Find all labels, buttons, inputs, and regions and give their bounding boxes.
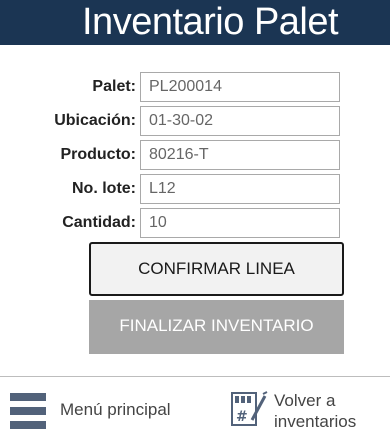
lote-label: No. lote:: [72, 180, 136, 197]
form-row-ubicacion: Ubicación:: [0, 106, 390, 136]
cantidad-label: Cantidad:: [62, 214, 136, 231]
ubicacion-input[interactable]: [140, 106, 340, 136]
palet-label: Palet:: [92, 78, 136, 95]
palet-input[interactable]: [140, 72, 340, 102]
ubicacion-label: Ubicación:: [54, 112, 136, 129]
confirm-line-button[interactable]: CONFIRMAR LINEA: [89, 242, 344, 296]
back-to-inventories-label: Volver a inventarios: [274, 391, 357, 431]
cantidad-input[interactable]: [140, 208, 340, 238]
form-row-cantidad: Cantidad:: [0, 208, 390, 238]
footer-divider: [0, 376, 390, 377]
form-row-producto: Producto:: [0, 140, 390, 170]
form-row-palet: Palet:: [0, 72, 390, 102]
producto-label: Producto:: [60, 146, 136, 163]
svg-text:#: #: [236, 409, 248, 425]
main-menu-label: Menú principal: [60, 400, 171, 419]
header-bar: Inventario Palet: [0, 0, 390, 45]
finish-inventory-button[interactable]: FINALIZAR INVENTARIO: [89, 300, 344, 354]
form-row-lote: No. lote:: [0, 174, 390, 204]
lote-input[interactable]: [140, 174, 340, 204]
inventory-sheet-icon: #: [231, 391, 268, 426]
producto-input[interactable]: [140, 140, 340, 170]
page-title: Inventario Palet: [82, 1, 339, 43]
hamburger-icon: [10, 393, 46, 429]
